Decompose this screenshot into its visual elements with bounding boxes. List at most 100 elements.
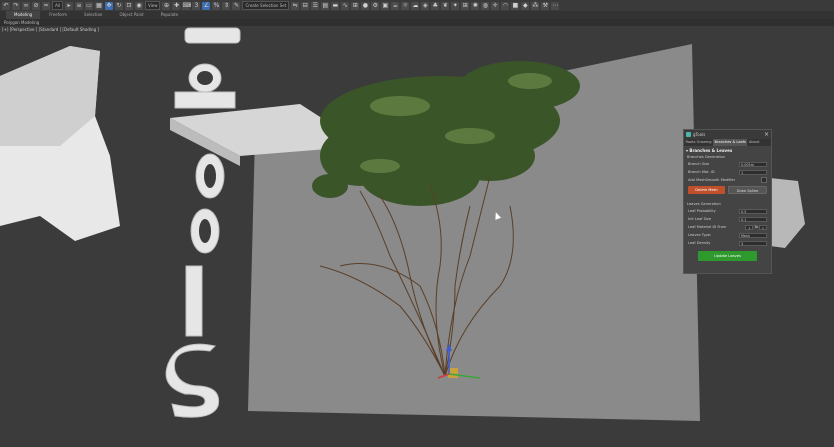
side-plane: [770, 178, 805, 248]
extra-icon[interactable]: ⋯: [551, 1, 560, 10]
percent-snap-icon[interactable]: %: [212, 1, 221, 10]
leaf-prob-spinner[interactable]: 0.5: [739, 208, 767, 214]
schematic-view-icon[interactable]: ⊞: [351, 1, 360, 10]
gtools-logo-icon: [686, 132, 691, 137]
render-setup-icon[interactable]: ⚙: [371, 1, 380, 10]
select-manipulate-icon[interactable]: ✚: [172, 1, 181, 10]
branch-mat-label: Branch Mat. ID: [688, 170, 715, 174]
leaf-size-row: Init Leaf Size 0.1: [684, 215, 771, 223]
leaf-mat-from-spinner[interactable]: 1: [745, 224, 754, 230]
named-selection-dropdown[interactable]: Create Selection Set: [242, 1, 290, 10]
mirror-icon[interactable]: ⇋: [291, 1, 300, 10]
tab-object-paint[interactable]: Object Paint: [111, 11, 151, 19]
leaf-density-spinner[interactable]: 3: [739, 240, 767, 246]
leaf-prob-label: Leaf Probability: [688, 209, 716, 213]
leaves-type-label: Leaves Type:: [688, 233, 712, 237]
bind-space-warp-icon[interactable]: ≈: [42, 1, 50, 10]
selection-filter-dropdown[interactable]: All: [52, 1, 63, 10]
spinner-snap-icon[interactable]: ⇕: [222, 1, 231, 10]
section-title-label: Branches & Leaves: [689, 148, 733, 153]
tab-branches-leafs[interactable]: Branches & Leafs: [713, 139, 748, 146]
toggle-ribbon-icon[interactable]: ▬: [331, 1, 340, 10]
branch-size-spinner[interactable]: 0.005m: [739, 161, 767, 167]
select-by-name-icon[interactable]: ≡: [74, 1, 83, 10]
script-icon[interactable]: ✦: [451, 1, 460, 10]
tab-populate[interactable]: Populate: [153, 11, 186, 19]
polygon-modeling-label[interactable]: Polygon Modeling: [4, 20, 39, 25]
select-move-icon[interactable]: ✥: [104, 1, 113, 10]
edit-named-selection-icon[interactable]: ✎: [232, 1, 241, 10]
tree-plugin-icon[interactable]: ♣: [431, 1, 440, 10]
smooth-checkbox[interactable]: [761, 177, 767, 183]
leaf-density-label: Leaf Density: [688, 241, 711, 245]
branch-mat-spinner[interactable]: 1: [739, 169, 767, 175]
tab-selection[interactable]: Selection: [76, 11, 110, 19]
align-icon[interactable]: ⊟: [301, 1, 310, 10]
section-title[interactable]: ▾ Branches & Leaves: [684, 146, 771, 153]
camera-icon[interactable]: ◍: [481, 1, 490, 10]
helper-icon[interactable]: ✛: [491, 1, 500, 10]
leaf-mat-to-label: To: [754, 224, 758, 229]
leaf-size-spinner[interactable]: 0.1: [739, 216, 767, 222]
leaves-subtitle: Leaves Generation: [687, 202, 721, 206]
light-icon[interactable]: ✺: [471, 1, 480, 10]
pivot-center-icon[interactable]: ⊕: [162, 1, 171, 10]
curve-editor-icon[interactable]: ∿: [341, 1, 350, 10]
tab-modeling[interactable]: Modeling: [6, 11, 41, 19]
render-in-cloud-icon[interactable]: ☁: [411, 1, 420, 10]
update-leaves-button[interactable]: Update Leaves: [698, 251, 757, 261]
grid-icon[interactable]: ⊞: [461, 1, 470, 10]
panel-titlebar[interactable]: gTools ×: [684, 130, 771, 139]
system-icon[interactable]: ⚒: [541, 1, 550, 10]
smooth-row: Add MeshSmooth Modifier: [684, 176, 771, 184]
snaps-toggle-icon[interactable]: 3: [192, 1, 201, 10]
gtools-panel: gTools × Roots Growing Branches & Leafs …: [683, 129, 772, 274]
reference-coordinate-dropdown[interactable]: View: [144, 1, 161, 10]
select-scale-icon[interactable]: ⊡: [124, 1, 133, 10]
keyboard-shortcut-icon[interactable]: ⌨: [182, 1, 191, 10]
tab-roots-growing[interactable]: Roots Growing: [684, 139, 713, 146]
redo-icon[interactable]: ↷: [12, 1, 20, 10]
rendered-frame-window-icon[interactable]: ▣: [381, 1, 390, 10]
tab-about[interactable]: About: [747, 139, 761, 146]
leaves-type-dropdown[interactable]: Mesh: [739, 232, 767, 238]
link-icon[interactable]: ∞: [22, 1, 30, 10]
leaf-prob-row: Leaf Probability 0.5: [684, 207, 771, 215]
select-object-icon[interactable]: ▸: [64, 1, 73, 10]
panel-tabs: Roots Growing Branches & Leafs About: [684, 139, 771, 146]
branch-size-row: Branch Size 0.005m: [684, 160, 771, 168]
toggle-scene-explorer-icon[interactable]: ☰: [311, 1, 320, 10]
rectangular-selection-icon[interactable]: ▭: [84, 1, 93, 10]
angle-snap-icon[interactable]: ∠: [202, 1, 211, 10]
branch-mat-row: Branch Mat. ID 1: [684, 168, 771, 176]
draw-spline-button[interactable]: Draw Spline: [728, 186, 767, 194]
letter-o-1-hole: [197, 71, 213, 85]
leaf-mat-row: Leaf Material ID From 1 To 1: [684, 223, 771, 231]
viewport-label[interactable]: [+] [Perspective ] [Standard ] [Default …: [2, 27, 99, 32]
render-production-icon[interactable]: ☕: [391, 1, 400, 10]
undo-icon[interactable]: ↶: [2, 1, 10, 10]
delete-mesh-button[interactable]: Delete Mesh: [688, 186, 725, 194]
unlink-icon[interactable]: ⊘: [32, 1, 40, 10]
geometry-icon[interactable]: ■: [511, 1, 520, 10]
particle-icon[interactable]: ⁂: [531, 1, 540, 10]
letter-o-2-hole: [204, 164, 216, 188]
material-editor-icon[interactable]: ●: [361, 1, 370, 10]
leaf-mat-to-spinner[interactable]: 1: [759, 224, 767, 230]
a360-gallery-icon[interactable]: ◈: [421, 1, 430, 10]
close-icon[interactable]: ×: [764, 131, 769, 138]
shape-icon[interactable]: ◠: [501, 1, 510, 10]
place-icon[interactable]: ◉: [134, 1, 143, 10]
letter-t-top: [184, 27, 241, 44]
window-crossing-icon[interactable]: ▦: [94, 1, 103, 10]
modifier-icon[interactable]: ◆: [521, 1, 530, 10]
ribbon-subpanel: Polygon Modeling: [0, 19, 834, 26]
leaf-plugin-icon[interactable]: ❦: [441, 1, 450, 10]
panel-title: gTools: [693, 132, 706, 137]
letter-l: [185, 265, 203, 337]
select-rotate-icon[interactable]: ↻: [114, 1, 123, 10]
tab-freeform[interactable]: Freeform: [41, 11, 75, 19]
toggle-layer-explorer-icon[interactable]: ▤: [321, 1, 330, 10]
render-iterative-icon[interactable]: ☼: [401, 1, 410, 10]
letter-o-3-hole: [199, 219, 211, 243]
